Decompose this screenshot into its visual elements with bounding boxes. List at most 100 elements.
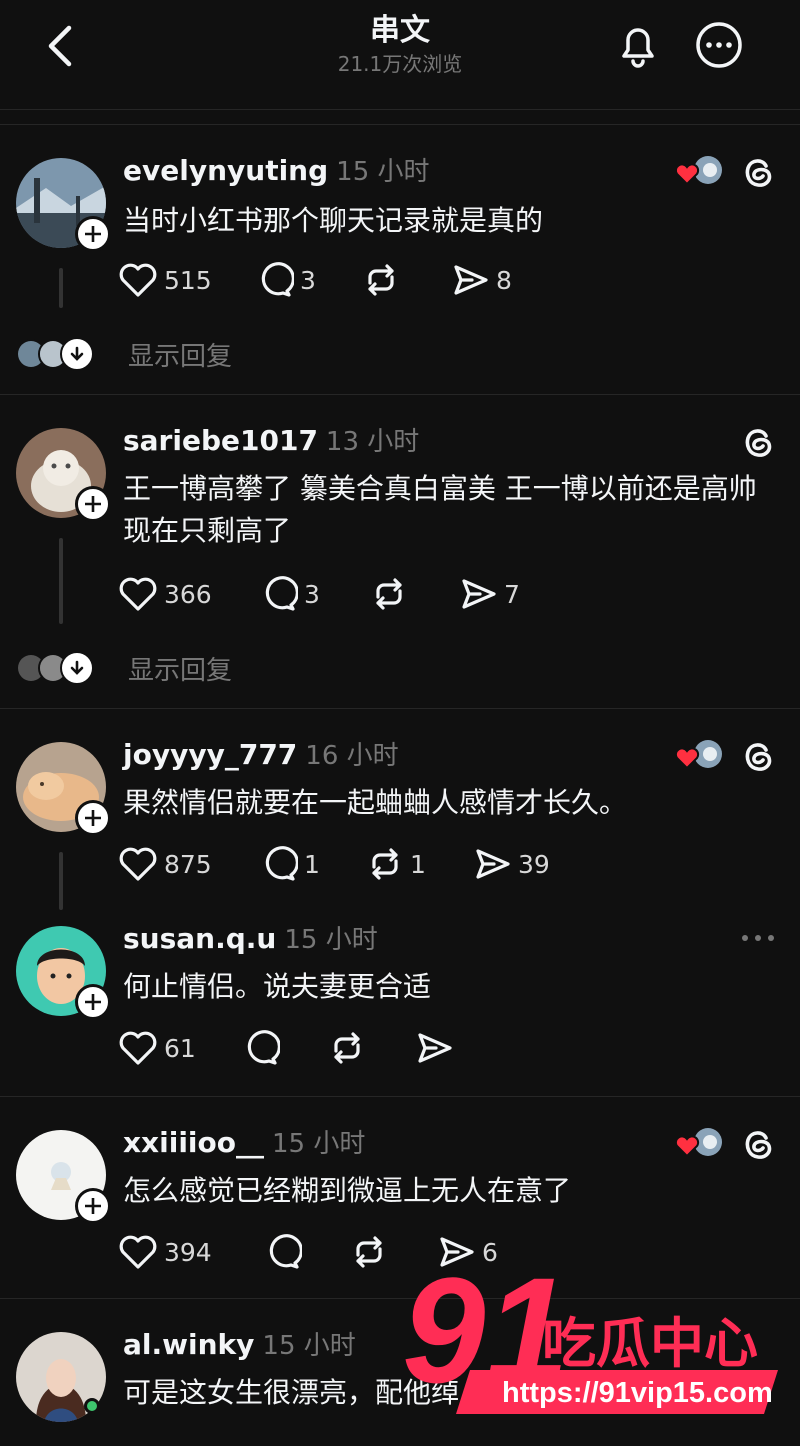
chevron-down-icon: [70, 660, 84, 675]
comment-icon: [265, 846, 298, 881]
like-count: 394: [164, 1237, 212, 1267]
follow-button[interactable]: [75, 984, 111, 1020]
username[interactable]: xxiiiioo__ 15 小时: [123, 1126, 365, 1161]
plus-icon: [85, 1198, 101, 1214]
heart-icon: [119, 1031, 157, 1065]
username[interactable]: susan.q.u 15 小时: [123, 922, 378, 957]
heart-icon: [119, 1235, 157, 1269]
liked-by-indicator[interactable]: [672, 1124, 726, 1164]
thread-post: evelynyuting 15 小时 当时小红书那个聊天记录就是真的 515 3 …: [0, 126, 800, 394]
watermark-url: https://91vip15.com: [502, 1377, 773, 1409]
like-button[interactable]: 61: [118, 1026, 242, 1070]
comment-button[interactable]: [242, 1026, 328, 1070]
username-text[interactable]: sariebe1017: [123, 424, 318, 457]
share-count: 8: [496, 265, 512, 295]
action-bar: 515 3 8: [118, 258, 512, 302]
username-text[interactable]: evelynyuting: [123, 154, 328, 187]
repost-button[interactable]: [328, 1026, 414, 1070]
share-icon: [476, 849, 510, 879]
plus-icon: [85, 994, 101, 1010]
post-text: 当时小红书那个聊天记录就是真的: [123, 204, 544, 237]
page-title: 串文: [370, 13, 430, 48]
more-circle-icon: [696, 22, 742, 68]
action-bar: 366 3 7: [118, 572, 520, 616]
username[interactable]: al.winky 15 小时: [123, 1328, 356, 1363]
like-button[interactable]: 875: [118, 842, 260, 886]
show-replies-row[interactable]: 显示回复: [16, 334, 232, 374]
threads-icon[interactable]: [738, 422, 778, 462]
comment-button[interactable]: [264, 1230, 350, 1274]
threads-icon[interactable]: [738, 152, 778, 192]
notifications-button[interactable]: [612, 18, 664, 72]
username-text[interactable]: susan.q.u: [123, 922, 276, 955]
username-text[interactable]: xxiiiioo__: [123, 1126, 264, 1159]
share-icon: [462, 579, 496, 609]
repost-icon: [376, 578, 402, 610]
post-time: 15 小时: [262, 1331, 356, 1361]
post-text: 果然情侣就要在一起蛐蛐人感情才长久。: [123, 786, 628, 819]
comment-count: 1: [304, 849, 320, 879]
like-button[interactable]: 515: [118, 258, 256, 302]
comment-icon: [265, 576, 298, 611]
heart-filled-icon: [674, 1135, 700, 1158]
show-replies-link[interactable]: 显示回复: [128, 336, 232, 373]
online-indicator: [84, 1398, 100, 1414]
back-button[interactable]: [34, 20, 86, 72]
repost-count: 1: [410, 849, 426, 879]
show-replies-row[interactable]: 显示回复: [16, 648, 232, 688]
top-bar: 串文 21.1万次浏览: [0, 0, 800, 110]
username-text[interactable]: joyyyy_777: [123, 738, 297, 771]
repost-button[interactable]: [362, 258, 450, 302]
thread-reply: susan.q.u 15 小时 何止情侣。说夫妻更合适 61: [0, 910, 800, 1096]
username[interactable]: evelynyuting 15 小时: [123, 154, 430, 189]
divider: [0, 1096, 800, 1097]
heart-icon: [119, 847, 157, 881]
follow-button[interactable]: [75, 486, 111, 522]
liked-by-indicator[interactable]: [672, 152, 726, 192]
repost-button[interactable]: 1: [366, 842, 472, 886]
follow-button[interactable]: [75, 1188, 111, 1224]
threads-icon[interactable]: [738, 736, 778, 776]
expand-replies-button[interactable]: [60, 337, 94, 371]
more-dots-icon[interactable]: [740, 930, 776, 946]
username[interactable]: joyyyy_777 16 小时: [123, 738, 399, 773]
like-count: 515: [164, 265, 212, 295]
post-time: 15 小时: [271, 1129, 366, 1159]
share-icon: [418, 1033, 452, 1063]
plus-icon: [85, 496, 101, 512]
share-button[interactable]: 7: [458, 572, 520, 616]
share-button[interactable]: 8: [450, 258, 512, 302]
follow-button[interactable]: [75, 800, 111, 836]
post-time: 13 小时: [325, 427, 420, 457]
comment-icon: [247, 1030, 280, 1065]
share-button[interactable]: [414, 1026, 460, 1070]
comment-button[interactable]: 3: [260, 572, 370, 616]
thread-line: [59, 268, 63, 308]
repost-button[interactable]: [370, 572, 458, 616]
heart-filled-icon: [674, 163, 700, 186]
repost-icon: [372, 848, 398, 880]
show-replies-link[interactable]: 显示回复: [128, 650, 232, 687]
comment-icon: [269, 1234, 302, 1269]
thread-line: [59, 538, 63, 624]
share-button[interactable]: 39: [472, 842, 550, 886]
post-time: 15 小时: [336, 157, 430, 187]
more-options-button[interactable]: [692, 18, 746, 72]
comment-button[interactable]: 3: [256, 258, 362, 302]
post-time: 16 小时: [305, 741, 399, 771]
username[interactable]: sariebe1017 13 小时: [123, 424, 419, 459]
thread-post: sariebe1017 13 小时 王一博高攀了 纂美合真白富美 王一博以前还是高…: [0, 396, 800, 708]
chevron-down-icon: [70, 346, 84, 361]
expand-replies-button[interactable]: [60, 651, 94, 685]
comment-button[interactable]: 1: [260, 842, 366, 886]
action-bar: 61: [118, 1026, 460, 1070]
threads-icon[interactable]: [738, 1124, 778, 1164]
share-count: 7: [504, 579, 520, 609]
like-button[interactable]: 366: [118, 572, 260, 616]
follow-button[interactable]: [75, 216, 111, 252]
liked-by-indicator[interactable]: [672, 736, 726, 776]
repost-icon: [368, 264, 394, 296]
username-text[interactable]: al.winky: [123, 1328, 254, 1361]
action-bar: 875 1 1 39: [118, 842, 550, 886]
like-button[interactable]: 394: [118, 1230, 264, 1274]
